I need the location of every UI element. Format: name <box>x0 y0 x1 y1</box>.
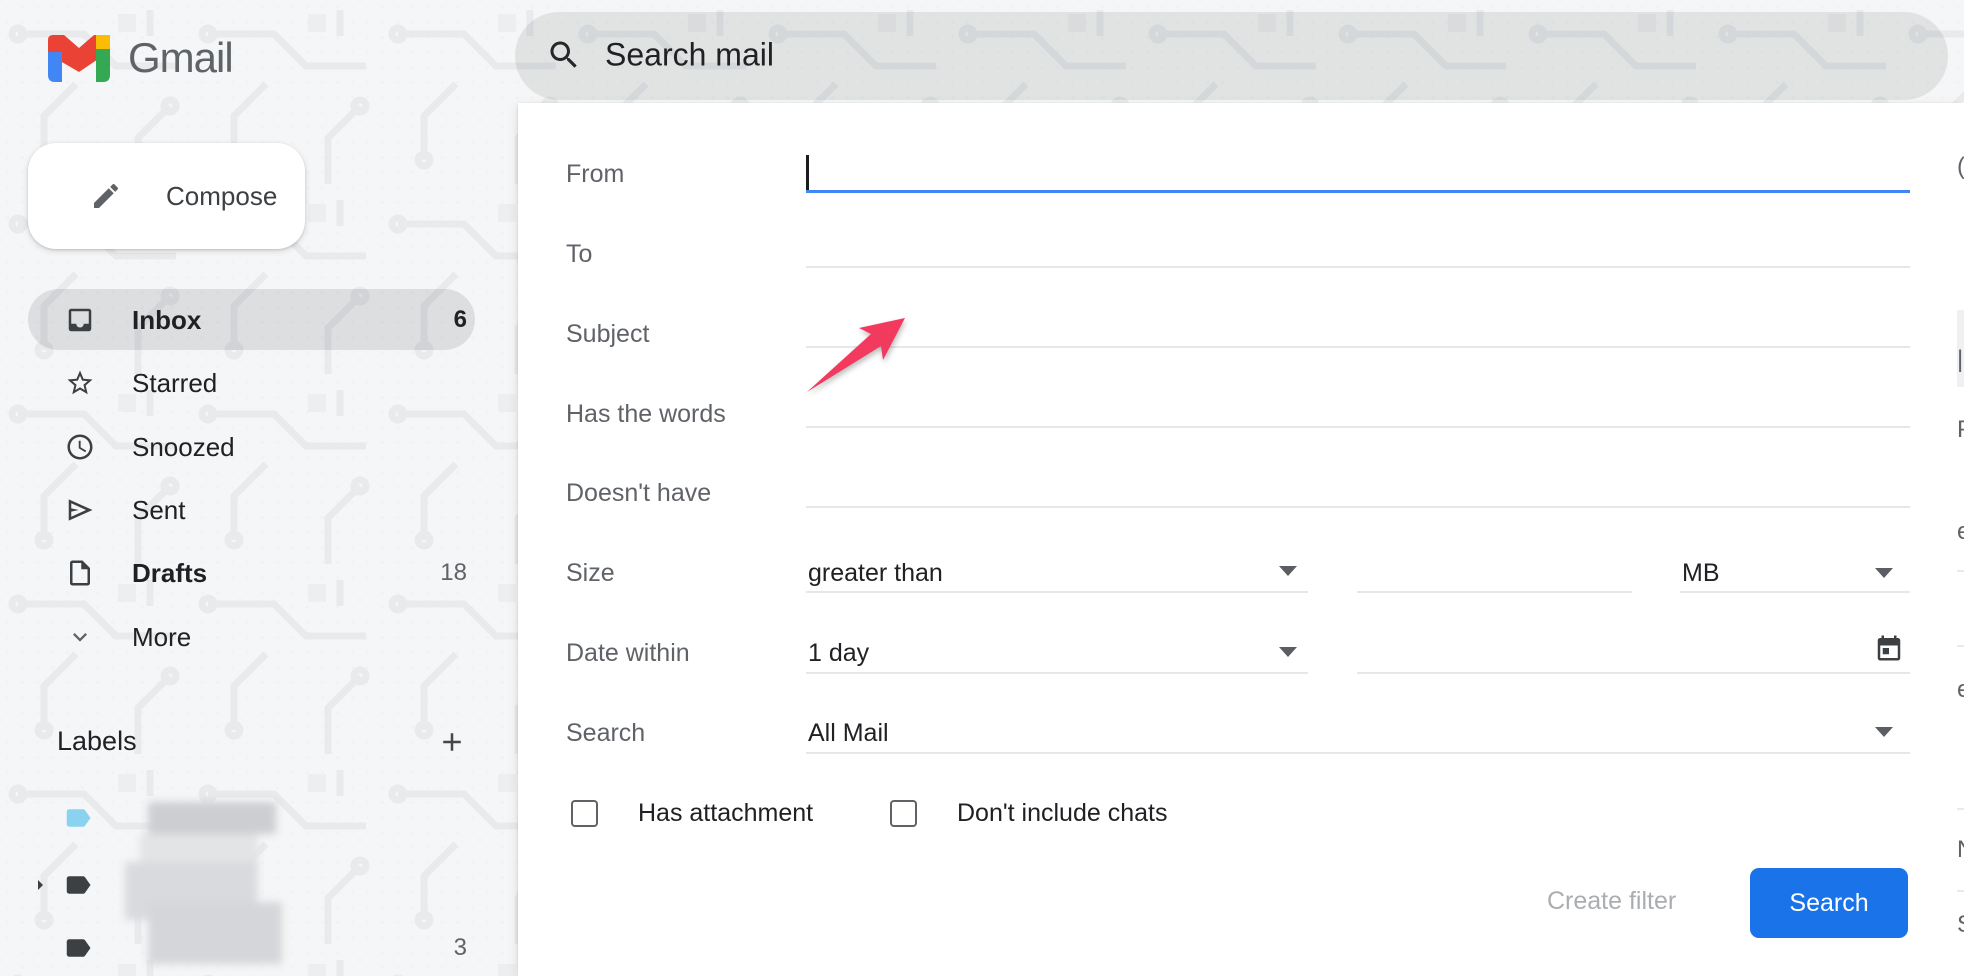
size-unit-underline[interactable] <box>1680 591 1910 593</box>
date-input[interactable] <box>1357 672 1910 674</box>
sidebar-item-label: More <box>132 622 191 653</box>
label-tag-icon <box>63 870 93 900</box>
has-words-label: Has the words <box>566 400 726 429</box>
sidebar-item-label: Inbox <box>132 305 201 336</box>
send-icon <box>65 495 95 525</box>
search-scope-select[interactable]: All Mail <box>808 719 889 748</box>
text-cursor <box>806 155 809 191</box>
date-within-label: Date within <box>566 639 690 668</box>
draft-icon <box>65 558 95 588</box>
chevron-down-icon <box>65 622 95 652</box>
dont-include-chats-checkbox[interactable] <box>890 800 917 827</box>
date-range-dropdown-arrow[interactable] <box>1279 647 1297 657</box>
search-mail-bar[interactable]: Search mail <box>515 12 1948 100</box>
sidebar-item-inbox[interactable]: Inbox 6 <box>0 288 513 352</box>
pencil-icon <box>90 180 122 212</box>
drafts-count: 18 <box>440 559 467 587</box>
search-scope-label: Search <box>566 719 645 748</box>
label-row[interactable]: 3 <box>0 921 513 975</box>
date-range-select[interactable]: 1 day <box>808 639 869 668</box>
clipped-glyph: N <box>1957 838 1964 862</box>
search-scope-dropdown-arrow[interactable] <box>1875 727 1893 737</box>
label-tag-icon <box>63 803 93 833</box>
clipped-glyph: ( <box>1957 155 1964 179</box>
has-words-input[interactable] <box>806 426 1910 428</box>
sidebar-item-label: Sent <box>132 495 186 526</box>
size-operator-select[interactable]: greater than <box>808 559 943 588</box>
label-row[interactable] <box>0 858 513 912</box>
doesnt-have-label: Doesn't have <box>566 479 711 508</box>
clipped-glyph: | <box>1957 348 1963 372</box>
create-filter-button[interactable]: Create filter <box>1547 887 1676 916</box>
sidebar-item-sent[interactable]: Sent <box>0 478 513 542</box>
size-label: Size <box>566 559 615 588</box>
subject-input[interactable] <box>806 346 1910 348</box>
sidebar-item-more[interactable]: More <box>0 605 513 669</box>
size-operator-underline[interactable] <box>806 591 1308 593</box>
sidebar-item-label: Snoozed <box>132 432 235 463</box>
label-count: 3 <box>454 934 467 962</box>
clock-icon <box>65 432 95 462</box>
size-unit-select[interactable]: MB <box>1682 559 1720 588</box>
gmail-logo[interactable]: Gmail <box>48 34 233 82</box>
calendar-icon[interactable] <box>1874 633 1904 668</box>
compose-label: Compose <box>166 181 277 212</box>
clipped-mail-list-edge: ( | P e e N S <box>1957 103 1964 976</box>
clipped-glyph: S <box>1957 913 1964 937</box>
sidebar-item-label: Starred <box>132 368 217 399</box>
dont-include-chats-label: Don't include chats <box>957 799 1167 828</box>
to-input[interactable] <box>806 266 1910 268</box>
add-label-button[interactable] <box>437 727 467 757</box>
size-operator-dropdown-arrow[interactable] <box>1279 566 1297 576</box>
sidebar-item-starred[interactable]: Starred <box>0 351 513 415</box>
from-input[interactable] <box>806 190 1910 193</box>
inbox-icon <box>65 305 95 335</box>
size-unit-dropdown-arrow[interactable] <box>1875 568 1893 578</box>
has-attachment-label: Has attachment <box>638 799 813 828</box>
sidebar-item-snoozed[interactable]: Snoozed <box>0 415 513 479</box>
has-attachment-checkbox[interactable] <box>571 800 598 827</box>
inbox-count-badge: 6 <box>454 306 467 334</box>
sidebar-item-drafts[interactable]: Drafts 18 <box>0 541 513 605</box>
search-scope-underline[interactable] <box>806 752 1910 754</box>
expand-arrow-icon[interactable] <box>28 873 52 897</box>
annotation-arrow <box>780 300 920 410</box>
search-button[interactable]: Search <box>1750 868 1908 938</box>
compose-button[interactable]: Compose <box>28 143 305 249</box>
subject-label: Subject <box>566 320 649 349</box>
date-range-underline[interactable] <box>806 672 1308 674</box>
advanced-search-panel: From To Subject Has the words Doesn't ha… <box>518 103 1957 976</box>
gmail-logo-text: Gmail <box>128 34 233 82</box>
label-tag-icon <box>63 933 93 963</box>
clipped-glyph: e <box>1957 678 1964 702</box>
search-input[interactable]: Search mail <box>605 37 774 74</box>
clipped-glyph: e <box>1957 520 1964 544</box>
label-row[interactable] <box>0 791 513 845</box>
labels-section-header: Labels <box>57 726 137 757</box>
clipped-glyph: P <box>1957 418 1964 442</box>
gmail-m-icon <box>48 35 110 82</box>
star-icon <box>65 368 95 398</box>
from-label: From <box>566 160 624 189</box>
sidebar: Gmail Compose Inbox 6 Starred Snoozed Se… <box>0 0 513 976</box>
sidebar-item-label: Drafts <box>132 558 207 589</box>
plus-icon <box>437 727 467 757</box>
doesnt-have-input[interactable] <box>806 506 1910 508</box>
search-icon <box>546 37 582 78</box>
size-amount-input[interactable] <box>1357 591 1632 593</box>
to-label: To <box>566 240 592 269</box>
